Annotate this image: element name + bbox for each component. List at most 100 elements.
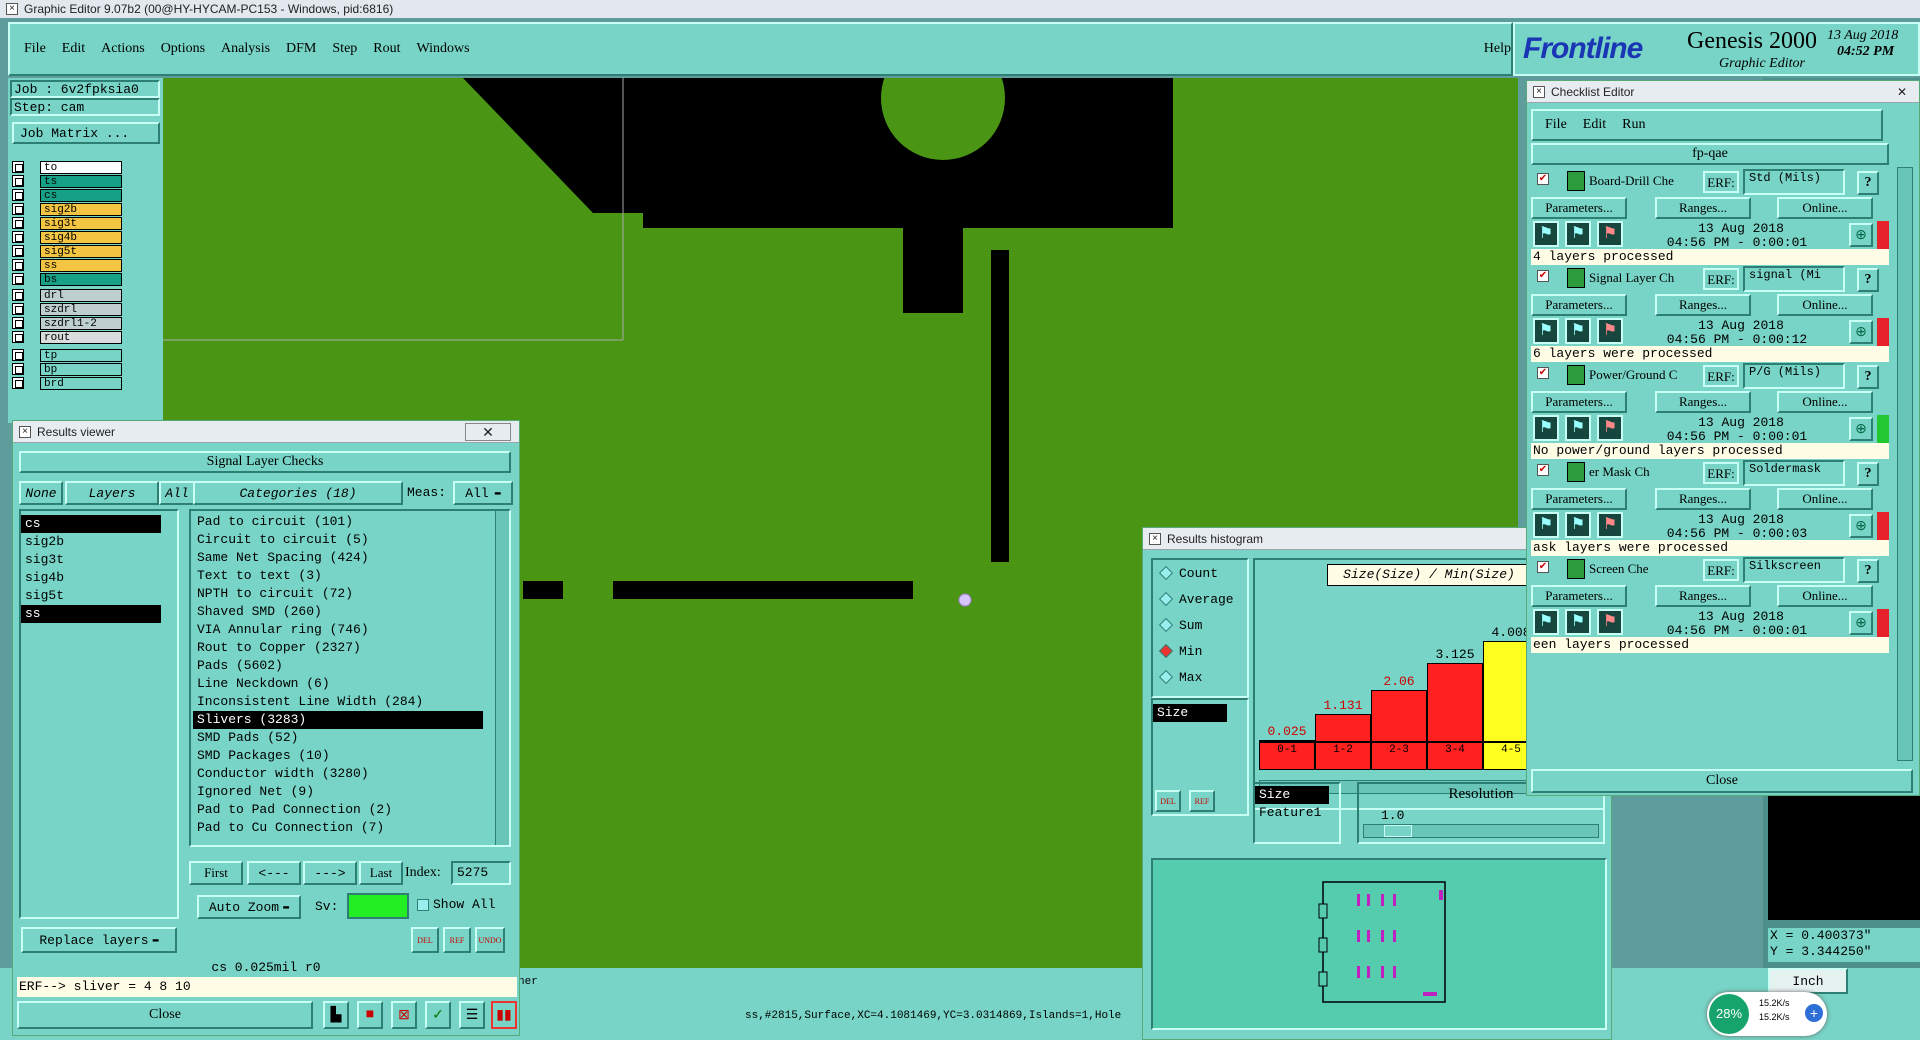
none-button[interactable]: None (19, 481, 63, 505)
menu-windows[interactable]: Windows (417, 41, 470, 57)
layer-row-sig2b[interactable]: sig2b (12, 202, 132, 216)
help-button[interactable]: ? (1857, 559, 1879, 583)
first-button[interactable]: First (189, 861, 243, 885)
run-icon[interactable]: ⚑ (1533, 318, 1559, 344)
run-icon[interactable]: ⚑ (1533, 609, 1559, 635)
category-item[interactable]: Ignored Net (9) (193, 783, 483, 801)
menu-actions[interactable]: Actions (101, 41, 145, 57)
layer-name[interactable]: brd (40, 376, 122, 390)
layer-name[interactable]: sig4b (40, 230, 122, 244)
check-mark-icon[interactable]: ✔ (1537, 367, 1549, 379)
layer-name[interactable]: szdrl1-2 (40, 316, 122, 330)
menu-analysis[interactable]: Analysis (221, 41, 270, 57)
chart-icon[interactable]: ▙ (323, 1001, 349, 1029)
layer-name[interactable]: bs (40, 272, 122, 286)
layer-row-ss[interactable]: ss (12, 258, 132, 272)
rv-layer-item[interactable]: sig2b (21, 533, 161, 551)
last-button[interactable]: Last (359, 861, 403, 885)
help-button[interactable]: ? (1857, 171, 1879, 195)
check-mark-icon[interactable]: ✔ (1537, 173, 1549, 185)
radio-icon[interactable] (1158, 565, 1174, 581)
add-icon[interactable]: + (1805, 1004, 1823, 1022)
layer-checkbox[interactable] (12, 189, 24, 201)
scrollbar[interactable] (495, 511, 509, 845)
category-item[interactable]: Inconsistent Line Width (284) (193, 693, 483, 711)
zoom-icon[interactable]: ⊕ (1849, 320, 1873, 344)
rv-layer-item[interactable]: ss (21, 605, 161, 623)
hist-option-min[interactable]: Min (1153, 638, 1247, 664)
layer-row-szdrl1-2[interactable]: szdrl1-2 (12, 316, 132, 330)
layer-row-rout[interactable]: rout (12, 330, 132, 344)
rv-close-button[interactable]: Close (17, 1001, 313, 1029)
category-item[interactable]: Pad to Cu Connection (7) (193, 819, 483, 837)
layer-row-cs[interactable]: cs (12, 188, 132, 202)
monitor-icon[interactable]: ■ (357, 1001, 383, 1029)
ref-button[interactable]: REF (443, 927, 471, 953)
sv-color-dropdown[interactable] (347, 893, 409, 919)
layer-name[interactable]: sig2b (40, 202, 122, 216)
radio-icon[interactable] (1158, 617, 1174, 633)
layer-row-tp[interactable]: tp (12, 348, 132, 362)
ranges-button[interactable]: Ranges... (1655, 585, 1751, 607)
stop-icon[interactable]: ⚑ (1597, 221, 1623, 247)
layer-name[interactable]: tp (40, 348, 122, 362)
layer-checkbox[interactable] (12, 349, 24, 361)
checklist-close-button[interactable]: Close (1531, 769, 1913, 793)
job-matrix-button[interactable]: Job Matrix ... (12, 122, 160, 144)
category-item[interactable]: Same Net Spacing (424) (193, 549, 483, 567)
layer-name[interactable]: sig5t (40, 244, 122, 258)
histogram-bar[interactable] (1427, 663, 1483, 742)
run-all-icon[interactable]: ⚑ (1565, 415, 1591, 441)
layer-row-bs[interactable]: bs (12, 272, 132, 286)
help-button[interactable]: ? (1857, 462, 1879, 486)
index-input[interactable]: 5275 (451, 861, 511, 885)
prev-button[interactable]: <--- (247, 861, 301, 885)
erf-value[interactable]: Std (Mils) (1743, 169, 1845, 195)
run-all-icon[interactable]: ⚑ (1565, 221, 1591, 247)
layer-checkbox[interactable] (12, 217, 24, 229)
stop-icon[interactable]: ⚑ (1597, 318, 1623, 344)
radio-icon[interactable] (1158, 591, 1174, 607)
check-mark-icon[interactable]: ✔ (1537, 561, 1549, 573)
run-icon[interactable]: ⚑ (1533, 415, 1559, 441)
layer-name[interactable]: bp (40, 362, 122, 376)
erf-value[interactable]: P/G (Mils) (1743, 363, 1845, 389)
histogram-category[interactable]: 3-4 (1427, 742, 1483, 770)
histogram-bar[interactable] (1315, 713, 1371, 742)
cross-icon[interactable]: ⊠ (391, 1001, 417, 1029)
histogram-bar[interactable] (1371, 690, 1427, 742)
online-button[interactable]: Online... (1777, 197, 1873, 219)
rv-layer-item[interactable]: sig3t (21, 551, 161, 569)
checklist-menu-edit[interactable]: Edit (1583, 117, 1606, 133)
hist-option-sum[interactable]: Sum (1153, 612, 1247, 638)
hist-ref-button[interactable]: REF (1189, 790, 1215, 812)
stop-icon[interactable]: ⚑ (1597, 415, 1623, 441)
layer-checkbox[interactable] (12, 377, 24, 389)
show-all-checkbox[interactable] (417, 899, 429, 911)
layer-checkbox[interactable] (12, 317, 24, 329)
ranges-button[interactable]: Ranges... (1655, 294, 1751, 316)
erf-value[interactable]: Silkscreen (1743, 557, 1845, 583)
layer-checkbox[interactable] (12, 245, 24, 257)
zoom-icon[interactable]: ⊕ (1849, 223, 1873, 247)
category-item[interactable]: Text to text (3) (193, 567, 483, 585)
layer-name[interactable]: sig3t (40, 216, 122, 230)
category-item[interactable]: Shaved SMD (260) (193, 603, 483, 621)
parameters-button[interactable]: Parameters... (1531, 391, 1627, 413)
category-item[interactable]: Line Neckdown (6) (193, 675, 483, 693)
category-item[interactable]: Pad to Pad Connection (2) (193, 801, 483, 819)
stop-icon[interactable]: ⚑ (1597, 609, 1623, 635)
run-icon[interactable]: ⚑ (1533, 221, 1559, 247)
check-mark-icon[interactable]: ✔ (1537, 270, 1549, 282)
layer-row-sig3t[interactable]: sig3t (12, 216, 132, 230)
category-item[interactable]: Pad to circuit (101) (193, 513, 483, 531)
stop-icon[interactable]: ⚑ (1597, 512, 1623, 538)
menu-rout[interactable]: Rout (373, 41, 400, 57)
layer-name[interactable]: to (40, 160, 122, 174)
meas-dropdown[interactable]: All ▬ (453, 481, 513, 505)
ranges-button[interactable]: Ranges... (1655, 197, 1751, 219)
layer-row-sig5t[interactable]: sig5t (12, 244, 132, 258)
pin-icon[interactable]: ✓ (425, 1001, 451, 1029)
rv-layer-item[interactable]: sig4b (21, 569, 161, 587)
layer-checkbox[interactable] (12, 231, 24, 243)
